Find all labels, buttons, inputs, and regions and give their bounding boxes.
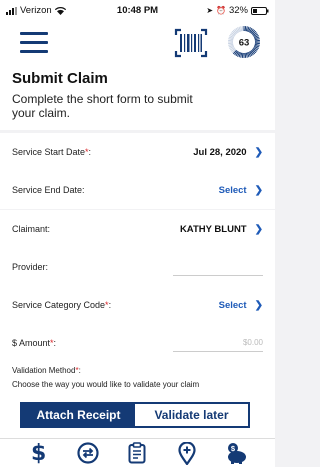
service-category-value: Select [218,299,247,311]
score-tick [228,43,234,46]
score-tick [254,43,260,46]
claimant-label: Claimant: [12,224,51,234]
piggy-bank-icon: $ [228,443,247,464]
score-tick [244,26,247,32]
chevron-right-icon: ❯ [254,146,263,158]
provider-row: Provider: [0,248,275,286]
claimant-row[interactable]: Claimant: KATHY BLUNT ❯ [0,210,275,248]
page-subtitle: Complete the short form to submit your c… [12,92,193,120]
status-right: ➤ ⏰ 32% [206,5,269,16]
details-section: Claimant: KATHY BLUNT ❯ Provider: Servic… [0,210,275,362]
score-tick [241,26,244,32]
dates-section: Service Start Date*: Jul 28, 2020 ❯ Serv… [0,133,275,209]
score-ring-icon: 63 [228,26,260,58]
tab-claims[interactable]: $ [25,440,53,466]
menu-line [20,50,48,53]
status-bar: Verizon 10:48 PM ➤ ⏰ 32% [0,0,275,20]
score-tick [254,42,260,45]
service-start-date-row[interactable]: Service Start Date*: Jul 28, 2020 ❯ [0,133,275,171]
claimant-value: KATHY BLUNT [179,223,247,235]
header-section: Submit Claim Complete the short form to … [0,64,275,130]
battery-icon [251,6,269,15]
menu-line [20,32,48,35]
location-pin-icon [178,441,196,465]
amount-row: $ Amount*: $0.00 [0,324,275,362]
menu-line [20,41,48,44]
score-tick [228,39,234,42]
score-value: 63 [239,38,250,49]
amount-input[interactable]: $0.00 [173,338,263,352]
score-tick [254,39,260,42]
tab-transactions[interactable] [74,440,102,466]
service-end-date-value: Select [218,184,247,196]
score-tick [245,26,248,32]
clipboard-icon [128,442,146,464]
service-start-date-label: Service Start Date*: [12,147,92,157]
chevron-right-icon: ❯ [254,223,263,235]
score-tick [241,52,244,58]
service-category-label: Service Category Code*: [12,300,112,310]
tab-bar: $ $ [0,438,275,467]
validation-method-toggle: Attach Receipt Validate later [20,402,250,428]
tab-forms[interactable] [123,440,151,466]
chevron-right-icon: ❯ [254,299,263,311]
score-tick [228,42,234,45]
score-badge[interactable]: 63 [227,25,261,59]
validation-section: Validation Method*: Choose the way you w… [0,358,275,438]
score-tick [244,52,247,58]
validation-title: Validation Method*: [12,366,81,375]
score-tick [240,26,243,32]
battery-percent: 32% [228,5,248,16]
score-tick [228,38,234,41]
tab-savings[interactable]: $ [222,440,250,466]
score-tick [245,52,248,58]
validation-description: Choose the way you would like to validat… [12,380,200,389]
location-arrow-icon: ➤ [206,6,214,15]
service-end-date-row[interactable]: Service End Date: Select ❯ [0,171,275,209]
menu-button[interactable] [20,32,48,54]
service-end-date-label: Service End Date: [12,185,85,195]
top-bar: 63 [0,20,275,64]
validate-later-button[interactable]: Validate later [135,404,248,426]
score-tick [254,38,260,41]
service-category-row[interactable]: Service Category Code*: Select ❯ [0,286,275,324]
alarm-icon: ⏰ [216,6,226,15]
dollar-icon: $ [31,440,47,466]
barcode-scan-icon[interactable] [173,27,209,59]
attach-receipt-button[interactable]: Attach Receipt [22,404,135,426]
page-title: Submit Claim [12,70,108,87]
chevron-right-icon: ❯ [254,184,263,196]
service-start-date-value: Jul 28, 2020 [193,146,247,158]
score-tick [240,52,243,58]
tab-locations[interactable] [173,440,201,466]
provider-input[interactable] [173,262,263,276]
exchange-icon [77,442,99,464]
